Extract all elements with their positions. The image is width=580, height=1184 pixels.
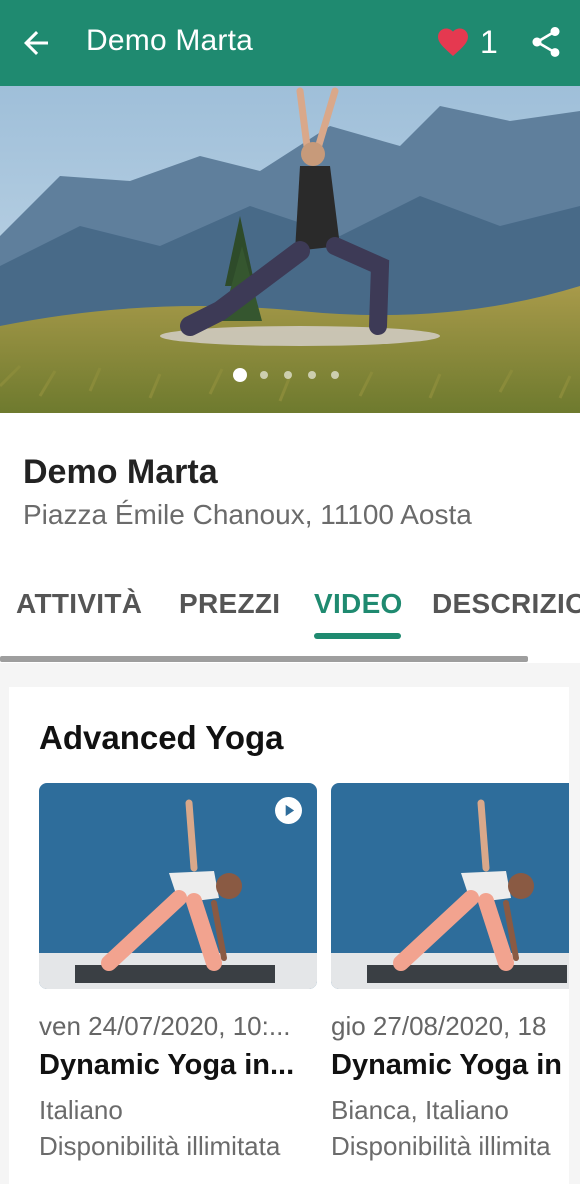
carousel-dot-active[interactable] bbox=[233, 368, 247, 382]
tab-indicator bbox=[314, 633, 401, 639]
video-title: Dynamic Yoga in... bbox=[39, 1049, 295, 1081]
video-availability: Disponibilità illimita bbox=[331, 1131, 551, 1161]
video-item[interactable]: gio 27/08/2020, 18 Dynamic Yoga in Bianc… bbox=[331, 783, 569, 1183]
video-thumbnail[interactable] bbox=[39, 783, 317, 989]
app-bar-title: Demo Marta bbox=[86, 24, 254, 57]
carousel-indicator bbox=[0, 368, 580, 382]
tab-prezzi[interactable]: PREZZI bbox=[179, 588, 280, 620]
video-language: Bianca, Italiano bbox=[331, 1095, 509, 1125]
section-title: Advanced Yoga bbox=[39, 719, 284, 756]
heart-icon[interactable] bbox=[434, 24, 472, 60]
screen: Demo Marta 1 Demo Marta Piazza Émile Cha… bbox=[0, 0, 580, 1184]
profile-address: Piazza Émile Chanoux, 11100 Aosta bbox=[23, 499, 472, 530]
video-availability: Disponibilità illimitata bbox=[39, 1131, 281, 1161]
share-icon[interactable] bbox=[528, 24, 564, 60]
tab-video[interactable]: VIDEO bbox=[314, 588, 403, 620]
play-icon[interactable] bbox=[275, 797, 302, 824]
tab-attivita[interactable]: ATTIVITÀ bbox=[16, 588, 142, 620]
profile-section: Demo Marta Piazza Émile Chanoux, 11100 A… bbox=[0, 413, 580, 663]
tab-descrizione[interactable]: DESCRIZIO bbox=[432, 588, 580, 620]
carousel-dot[interactable] bbox=[331, 371, 339, 379]
video-item[interactable]: ven 24/07/2020, 10:... Dynamic Yoga in..… bbox=[39, 783, 317, 1183]
carousel-dot[interactable] bbox=[260, 371, 268, 379]
like-count: 1 bbox=[480, 24, 498, 60]
carousel-dot[interactable] bbox=[284, 371, 292, 379]
app-bar: Demo Marta 1 bbox=[0, 0, 580, 86]
carousel-dot[interactable] bbox=[308, 371, 316, 379]
tab-scrollbar[interactable] bbox=[0, 656, 528, 662]
hero-image bbox=[0, 86, 580, 413]
profile-name: Demo Marta bbox=[23, 453, 218, 491]
video-thumbnail-image bbox=[331, 783, 569, 989]
video-title: Dynamic Yoga in bbox=[331, 1049, 562, 1081]
video-thumbnail[interactable] bbox=[331, 783, 569, 989]
arrow-left-icon[interactable] bbox=[18, 25, 54, 61]
video-language: Italiano bbox=[39, 1095, 123, 1125]
tab-bar: ATTIVITÀ PREZZI VIDEO DESCRIZIO bbox=[0, 588, 580, 648]
video-date: gio 27/08/2020, 18 bbox=[331, 1011, 547, 1041]
video-date: ven 24/07/2020, 10:... bbox=[39, 1011, 291, 1041]
video-section-card: Advanced Yoga ven 24/07/2020, 10:... Dyn… bbox=[9, 687, 569, 1184]
hero-carousel[interactable] bbox=[0, 86, 580, 413]
